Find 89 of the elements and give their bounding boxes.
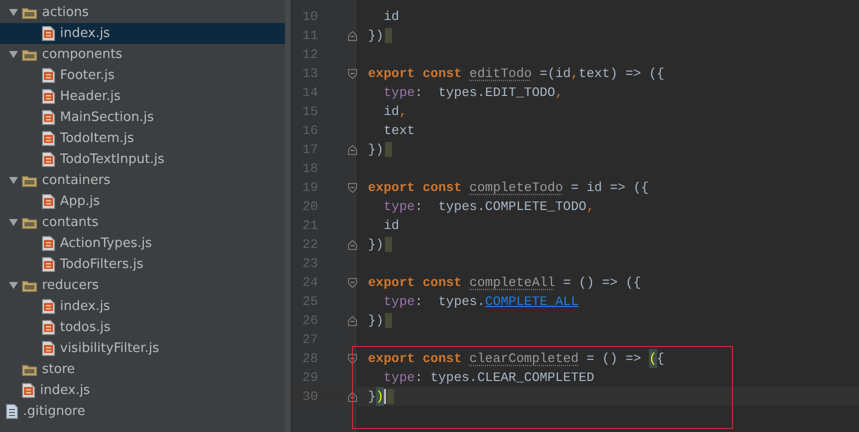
js-file-icon (42, 299, 55, 314)
code-text: = () => ({ (563, 274, 642, 292)
tree-item[interactable]: Footer.js (0, 65, 285, 86)
js-file-icon (42, 68, 55, 83)
code-text: export (368, 350, 415, 368)
code-text: }) (368, 140, 384, 159)
expand-arrow-icon (8, 9, 18, 16)
js-file-icon (42, 236, 55, 251)
tree-item[interactable]: visibilityFilter.js (0, 338, 285, 359)
expand-arrow-icon (8, 219, 18, 226)
code-text[interactable]: COMPLETE_ALL (485, 292, 579, 312)
code-text: : types.CLEAR_COMPLETED (414, 368, 594, 387)
code-text: { (656, 350, 664, 368)
code-text: const (422, 350, 462, 368)
tree-item[interactable]: index.js (0, 296, 285, 317)
js-file-icon (42, 152, 55, 167)
js-file-icon (42, 194, 55, 209)
code-text: : types.COMPLETE_TODO (414, 198, 586, 216)
tree-item[interactable]: TodoFilters.js (0, 254, 285, 275)
js-file-icon (42, 257, 55, 272)
expand-arrow-icon (8, 51, 18, 58)
text-file-icon (6, 404, 18, 419)
folder-icon (22, 48, 37, 60)
code-text: : types.EDIT_TODO (414, 84, 556, 102)
tree-item[interactable]: reducers (0, 275, 285, 296)
code-text: const (422, 274, 462, 292)
js-file-icon (22, 383, 35, 398)
tree-item[interactable]: ActionTypes.js (0, 233, 285, 254)
code-text: type (384, 84, 415, 102)
tree-item[interactable]: App.js (0, 191, 285, 212)
code-text: text) => ({ (578, 64, 664, 83)
code-text: export (368, 274, 415, 292)
code-text: } (368, 388, 376, 406)
code-text: : types. (414, 292, 486, 311)
code-text: completeTodo (469, 178, 564, 197)
code-text: type (384, 198, 415, 216)
code-text: export (368, 64, 415, 83)
tree-item[interactable]: store (0, 359, 285, 380)
tree-item[interactable]: components (0, 44, 285, 65)
code-text: id (384, 8, 400, 26)
code-text: export (368, 178, 415, 197)
code-text: id (384, 102, 400, 121)
code-text: , (570, 64, 579, 83)
tree-item[interactable]: MainSection.js (0, 107, 285, 128)
tree-item[interactable]: index.js (0, 380, 285, 401)
code-text: completeAll (469, 274, 556, 292)
code-text: }) (368, 312, 384, 330)
code-text: = () => (586, 350, 642, 368)
js-file-icon (42, 131, 55, 146)
code-text: text (384, 122, 415, 140)
folder-icon (22, 6, 37, 18)
js-file-icon (42, 110, 55, 125)
code-text: const (422, 178, 462, 197)
code-text: = id => ({ (570, 178, 649, 197)
folder-icon (22, 216, 37, 228)
expand-arrow-icon (8, 177, 18, 184)
code-text: , (555, 84, 564, 102)
tree-item[interactable]: index.js (0, 23, 285, 44)
js-file-icon (42, 320, 55, 335)
js-file-icon (42, 26, 55, 41)
code-text: const (422, 64, 462, 83)
code-text: , (399, 102, 408, 121)
folder-icon (22, 280, 37, 292)
code-text: , (586, 198, 594, 216)
code-text: =(id (540, 64, 571, 83)
code-text: clearCompleted (469, 350, 579, 368)
scrollbar[interactable] (285, 0, 291, 432)
expand-arrow-icon (8, 282, 18, 289)
tree-item[interactable]: contants (0, 212, 285, 233)
code-text: }) (368, 26, 384, 45)
tree-item[interactable]: actions (0, 2, 285, 23)
folder-icon (22, 174, 37, 186)
tree-item[interactable]: todos.js (0, 317, 285, 338)
folder-icon (22, 364, 37, 376)
code-text: }) (368, 236, 384, 254)
tree-item[interactable]: TodoTextInput.js (0, 149, 285, 170)
code-text: type (384, 368, 415, 387)
js-file-icon (42, 89, 55, 104)
tree-item[interactable]: containers (0, 170, 285, 191)
code-text: ( (648, 348, 657, 368)
text-cursor (384, 389, 386, 404)
code-text: type (384, 292, 415, 311)
tree-item[interactable]: TodoItem.js (0, 128, 285, 149)
tree-item[interactable]: Header.js (0, 86, 285, 107)
code-text: editTodo (469, 64, 532, 83)
code-text: ) (376, 386, 384, 406)
code-text: id (384, 216, 400, 235)
tree-item[interactable]: .gitignore (0, 401, 285, 422)
js-file-icon (42, 341, 55, 356)
